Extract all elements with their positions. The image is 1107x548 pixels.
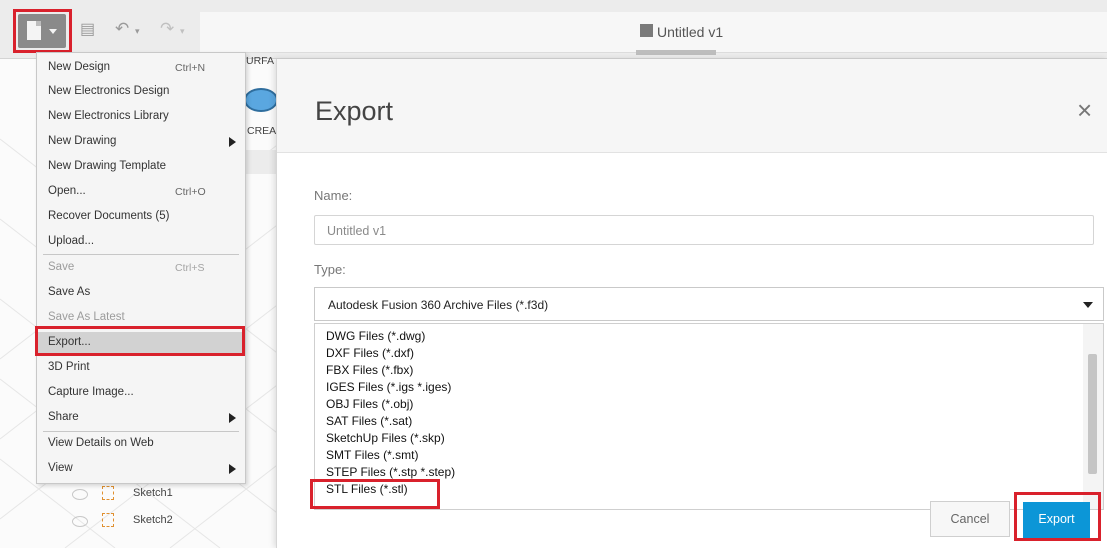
visibility-eye-icon[interactable] [72, 516, 88, 527]
visibility-eye-icon[interactable] [72, 489, 88, 500]
menu-item-view-details-on-web[interactable]: View Details on Web [48, 437, 154, 449]
type-option-dwg[interactable]: DWG Files (*.dwg) [326, 329, 425, 343]
tab-underline [636, 50, 716, 55]
type-option-smt[interactable]: SMT Files (*.smt) [326, 448, 418, 462]
menu-separator [43, 431, 239, 432]
shortcut-open: Ctrl+O [175, 186, 206, 198]
browser-item-sketch1[interactable]: Sketch1 [133, 487, 173, 499]
dialog-header [277, 59, 1107, 153]
undo-icon[interactable]: ↶ [115, 20, 129, 37]
menu-item-save-as[interactable]: Save As [48, 286, 90, 298]
menu-item-new-electronics-library[interactable]: New Electronics Library [48, 110, 169, 122]
menu-item-save-as-latest: Save As Latest [48, 311, 125, 323]
document-title: Untitled v1 [657, 24, 724, 40]
browser-item-sketch2[interactable]: Sketch2 [133, 514, 173, 526]
file-button-highlight [13, 9, 72, 53]
export-button-highlight [1014, 492, 1101, 541]
submenu-arrow-icon [229, 413, 236, 423]
menu-item-upload[interactable]: Upload... [48, 235, 94, 247]
type-select[interactable]: Autodesk Fusion 360 Archive Files (*.f3d… [314, 287, 1104, 321]
ribbon-surface-label[interactable]: URFA [246, 55, 274, 67]
cube-icon [640, 24, 653, 37]
dialog-title: Export [315, 96, 394, 126]
shortcut-save: Ctrl+S [175, 262, 205, 274]
stl-option-highlight [310, 479, 440, 509]
sketch-icon [102, 513, 114, 527]
type-option-obj[interactable]: OBJ Files (*.obj) [326, 397, 413, 411]
type-option-sat[interactable]: SAT Files (*.sat) [326, 414, 412, 428]
menu-item-share[interactable]: Share [48, 411, 79, 423]
menu-item-capture-image[interactable]: Capture Image... [48, 386, 134, 398]
menu-item-3d-print[interactable]: 3D Print [48, 361, 90, 373]
menu-item-save: Save [48, 261, 75, 273]
redo-dropdown-icon[interactable]: ▾ [180, 23, 185, 39]
type-label: Type: [314, 262, 346, 277]
menu-item-new-drawing-template[interactable]: New Drawing Template [48, 160, 166, 172]
file-menu: New Design Ctrl+N New Electronics Design… [36, 52, 246, 484]
close-icon[interactable]: × [1077, 97, 1092, 123]
redo-icon[interactable]: ↷ [160, 20, 174, 37]
menu-separator [43, 254, 239, 255]
type-option-step[interactable]: STEP Files (*.stp *.step) [326, 465, 455, 479]
menu-item-new-drawing[interactable]: New Drawing [48, 135, 116, 147]
document-tab[interactable] [200, 12, 1107, 53]
menu-item-recover-documents[interactable]: Recover Documents (5) [48, 210, 169, 222]
type-selected-value: Autodesk Fusion 360 Archive Files (*.f3d… [328, 298, 549, 312]
type-option-iges[interactable]: IGES Files (*.igs *.iges) [326, 380, 451, 394]
scrollbar-thumb[interactable] [1088, 354, 1097, 474]
submenu-arrow-icon [229, 137, 236, 147]
chevron-down-icon [1083, 302, 1093, 308]
name-input[interactable]: Untitled v1 [314, 215, 1094, 245]
undo-dropdown-icon[interactable]: ▾ [135, 23, 140, 39]
submenu-arrow-icon [229, 464, 236, 474]
name-label: Name: [314, 188, 353, 203]
sketch-icon [102, 486, 114, 500]
type-option-skp[interactable]: SketchUp Files (*.skp) [326, 431, 445, 445]
ribbon-create-label[interactable]: CREA [247, 125, 276, 137]
type-option-fbx[interactable]: FBX Files (*.fbx) [326, 363, 413, 377]
export-dialog: Export × Name: Untitled v1 Type: Autodes… [276, 59, 1107, 548]
menu-item-new-electronics-design[interactable]: New Electronics Design [48, 85, 169, 97]
surface-tool-icon[interactable] [244, 88, 278, 112]
export-menu-highlight [35, 326, 245, 356]
menu-item-open[interactable]: Open... [48, 185, 86, 197]
menu-item-new-design[interactable]: New Design [48, 61, 110, 73]
cancel-button[interactable]: Cancel [930, 501, 1010, 537]
save-icon[interactable]: ▤ [80, 22, 95, 38]
type-option-dxf[interactable]: DXF Files (*.dxf) [326, 346, 414, 360]
menu-item-view[interactable]: View [48, 462, 73, 474]
shortcut-new-design: Ctrl+N [175, 62, 206, 74]
